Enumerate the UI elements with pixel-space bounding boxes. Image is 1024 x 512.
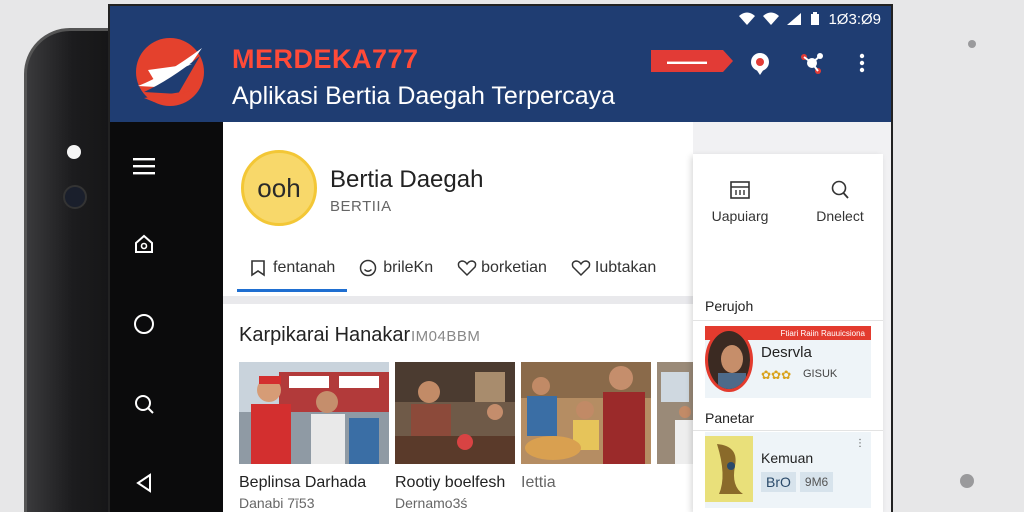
calendar-icon [728,178,752,202]
card-avatar [705,328,753,392]
background-dot [968,40,976,48]
section-meta: IM04BBM [411,328,481,345]
page-subtitle: BERTIIA [330,198,392,215]
tab-label: borketian [481,259,547,276]
news-thumbnail[interactable] [395,362,515,464]
badge-label: 9M6 [799,472,834,492]
bookmark-icon [249,259,267,277]
card-emojis: ✿✿✿ [761,368,792,382]
divider [693,430,883,431]
phone-camera [67,145,81,159]
page-title: Bertia Daegah [330,166,484,193]
tab-label: fentanah [273,259,336,276]
card-name: Desrvla [761,344,812,361]
promo-button[interactable]: ▬▬▬▬▬ [651,50,733,72]
heart-icon [457,259,477,277]
news-thumbnail[interactable] [521,362,651,464]
card-meta: GISUK [803,368,838,380]
badge-label: BrO [761,472,796,492]
profile-card[interactable]: Ftiari Raiin Rauuicsiona Desrvla ✿✿✿ GIS… [705,326,871,398]
phone-sensor [63,185,87,209]
avatar[interactable]: ooh [241,150,317,226]
heart-icon [571,259,591,277]
battery-icon [810,12,820,26]
app-screen: 1Ø3:Ø9 MERDEKA777 Aplikasi Bertia Daegah… [110,6,891,512]
news-title[interactable]: Beplinsa Darhada [239,474,366,492]
status-bar: 1Ø3:Ø9 [738,10,881,28]
calendar-button[interactable]: Uapuiarg [695,178,785,224]
profile-header: ooh Bertia Daegah BERTIIA fentanah brile… [223,122,693,296]
side-navigation [110,122,223,512]
back-icon[interactable] [132,471,156,495]
home-icon[interactable] [132,232,156,256]
news-thumbnail[interactable] [239,362,389,464]
app-tagline: Aplikasi Bertia Daegah Terpercaya [232,82,616,110]
tab-iubtakan[interactable]: Iubtakan [559,248,668,288]
menu-icon[interactable] [132,154,156,178]
panel-section-label: Panetar [705,410,755,426]
action-label: Uapuiarg [711,208,769,224]
more-vert-icon[interactable] [849,50,875,76]
action-label: Dnelect [816,208,864,224]
divider [693,320,883,321]
news-title[interactable]: Iettia [521,474,556,492]
card-thumbnail [705,436,753,502]
section-title: Karpikarai Hanakar [239,324,411,346]
tab-label: brileKn [383,259,434,276]
more-vert-icon[interactable]: ⋮ [855,438,865,449]
search-button[interactable]: Dnelect [795,178,885,224]
app-logo [134,36,206,108]
news-meta: Dernamo3ś [395,495,468,511]
circle-icon[interactable] [132,312,156,336]
tab-borketian[interactable]: borketian [445,248,559,288]
media-card[interactable]: Kemuan ⋮ BrO 9M6 [705,432,871,508]
brand-name: MERDEKA777 [232,44,419,74]
tab-bar: fentanah brileKn borketian Iubtakan [237,248,668,294]
search-icon [828,178,852,202]
location-pin-icon[interactable] [747,50,773,76]
background-dot [960,474,974,488]
main-content: ooh Bertia Daegah BERTIIA fentanah brile… [223,122,891,512]
card-banner-text: Ftiari Raiin Rauuicsiona [780,328,865,338]
panel-section-label: Perujoh [705,298,754,314]
share-icon[interactable] [799,50,825,76]
promo-label: ▬▬▬▬▬ [667,56,707,66]
smile-icon [359,259,377,277]
card-badge: BrO 9M6 [761,472,834,492]
news-thumbnail[interactable] [657,362,693,464]
signal-icon [786,12,802,26]
card-name: Kemuan [761,450,814,466]
news-meta: Danabi 7ī53 [239,495,315,511]
tab-brilekn[interactable]: brileKn [347,248,445,288]
tab-fentanah[interactable]: fentanah [237,248,348,292]
app-bar: 1Ø3:Ø9 MERDEKA777 Aplikasi Bertia Daegah… [110,6,891,122]
side-panel: Uapuiarg Dnelect Perujoh Ftiari Raiin Ra… [693,154,883,512]
wifi-icon [738,12,756,26]
search-icon[interactable] [132,392,156,416]
wifi-icon [762,12,780,26]
status-time: 1Ø3:Ø9 [828,10,881,28]
news-title[interactable]: Rootiy boelfesh [395,474,505,492]
tab-label: Iubtakan [594,259,657,276]
